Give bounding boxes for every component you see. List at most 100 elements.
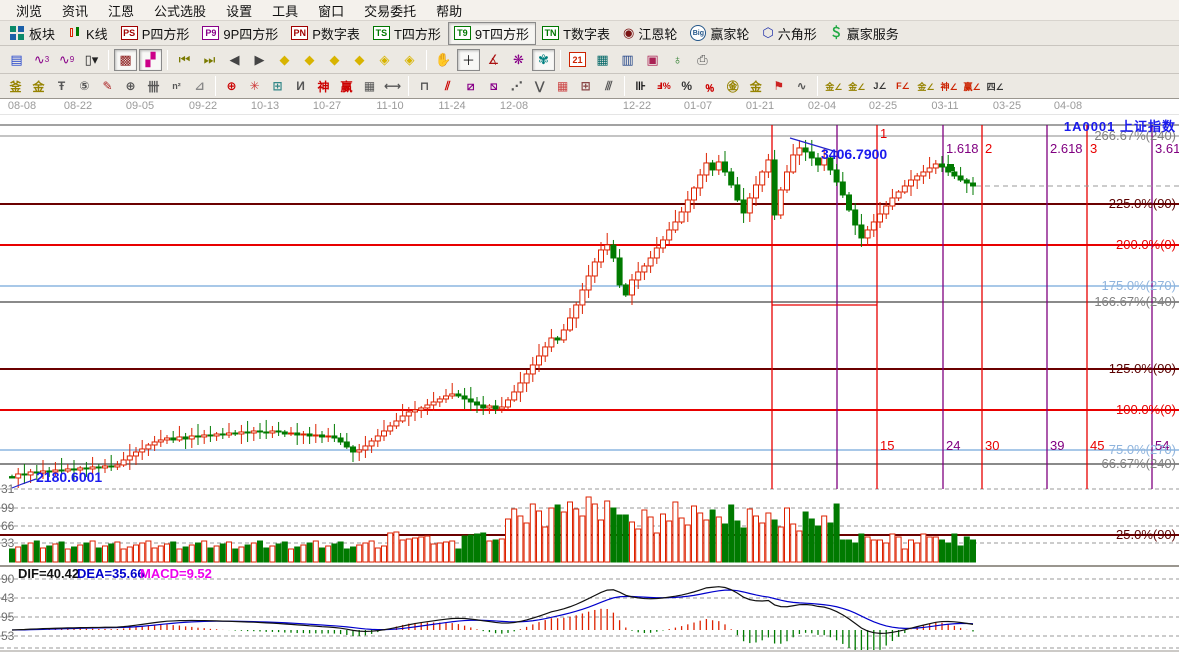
menu-item-1[interactable]: 资讯 <box>52 1 98 20</box>
gann-circle-tool[interactable]: ⊕ <box>120 76 141 96</box>
save-icon[interactable]: ▣ <box>641 49 664 71</box>
target-circle-tool[interactable]: ⊕ <box>221 76 242 96</box>
web-tool[interactable]: ✳ <box>244 76 265 96</box>
span-arrows-tool[interactable]: ⟷ <box>382 76 403 96</box>
shape-button-winner-service[interactable]: ＄赢家服务 <box>824 22 906 45</box>
shape-button-hexagon[interactable]: ⬡六角形 <box>756 22 823 45</box>
ruler123-tool[interactable]: ▦ <box>359 76 380 96</box>
crosshair-icon[interactable]: ＋ <box>457 49 480 71</box>
shape-button-p-square[interactable]: PSP四方形 <box>115 22 197 45</box>
percent-line-tool[interactable]: ﹪ <box>699 76 720 96</box>
menu-item-0[interactable]: 浏览 <box>6 1 52 20</box>
fan-lines-tool[interactable]: ⫽ <box>437 76 458 96</box>
frame-tool[interactable]: ⊓ <box>414 76 435 96</box>
gold-line-tool[interactable]: 金 <box>745 76 766 96</box>
chart-canvas[interactable]: 319966331151.618242302.618393453.6185426… <box>0 115 1179 652</box>
percent-tool[interactable]: % <box>676 76 697 96</box>
shape-button-9p-square[interactable]: P99P四方形 <box>196 22 285 45</box>
gold-circle-tool[interactable]: ㊎ <box>722 76 743 96</box>
gold-angle-a-tool[interactable]: 金∠ <box>823 76 844 96</box>
volume-bar <box>183 547 188 562</box>
report-icon[interactable]: ▤ <box>5 49 28 71</box>
grid-tool[interactable]: ▦ <box>552 76 573 96</box>
gold-angle-b-tool[interactable]: 金∠ <box>846 76 867 96</box>
shape-button-gann-wheel[interactable]: ◉江恩轮 <box>617 22 684 45</box>
volume-bar <box>313 541 318 562</box>
angle-measure-icon[interactable]: ∡ <box>482 49 505 71</box>
wave-tool[interactable]: ∿ <box>791 76 812 96</box>
grid-arrow-tool[interactable]: ⊞ <box>575 76 596 96</box>
fan-box-tool[interactable]: ⧄ <box>460 76 481 96</box>
web-box-tool[interactable]: ⊞ <box>267 76 288 96</box>
print-icon[interactable]: ⎙ <box>691 49 714 71</box>
last-bar-icon[interactable]: ⏭ <box>198 49 221 71</box>
shen-tool[interactable]: 神 <box>313 76 334 96</box>
calculator-icon[interactable]: ▦ <box>591 49 614 71</box>
zoom-in-h-icon[interactable]: ◆ <box>348 49 371 71</box>
menu-item-7[interactable]: 交易委托 <box>354 1 426 20</box>
gann-frame-icon[interactable]: ▩ <box>114 49 137 71</box>
pan-hand-icon[interactable]: ✋ <box>432 49 455 71</box>
wave9-icon[interactable]: ∿9 <box>55 49 78 71</box>
first-bar-icon[interactable]: ⏮ <box>173 49 196 71</box>
f-ruler-tool[interactable]: Ŧ <box>51 76 72 96</box>
ying-angle-tool[interactable]: 赢∠ <box>962 76 983 96</box>
shape-button-winner-wheel[interactable]: Big赢家轮 <box>684 22 756 45</box>
fit-screen-icon[interactable]: ◈ <box>398 49 421 71</box>
ying-tool[interactable]: 赢 <box>336 76 357 96</box>
menu-item-4[interactable]: 设置 <box>216 1 262 20</box>
shape-button-sector-blocks[interactable]: 板块 <box>4 22 62 45</box>
pen-flag-tool[interactable]: ⚑ <box>768 76 789 96</box>
neural-icon[interactable]: ✾ <box>532 49 555 71</box>
wave3-icon[interactable]: ∿3 <box>30 49 53 71</box>
t-percent-tool[interactable]: Ⅎ% <box>653 76 674 96</box>
shape-button-p-number-table[interactable]: PNP数字表 <box>285 22 367 45</box>
menu-item-3[interactable]: 公式选股 <box>144 1 216 20</box>
scroll-left-icon[interactable]: ◆ <box>273 49 296 71</box>
notepad-icon[interactable]: ▥ <box>616 49 639 71</box>
menu-item-5[interactable]: 工具 <box>262 1 308 20</box>
volume-bar <box>909 540 914 562</box>
gold-tool[interactable]: 金 <box>28 76 49 96</box>
prev-bar-icon[interactable]: ◀ <box>223 49 246 71</box>
zoom-all-icon[interactable]: ◈ <box>373 49 396 71</box>
comb-tool[interactable]: 卌 <box>143 76 164 96</box>
bars-stat-tool[interactable]: ⊪ <box>630 76 651 96</box>
shape-button-9t-square[interactable]: T99T四方形 <box>448 22 536 45</box>
candle-style-icon[interactable]: ▯▾ <box>80 49 103 71</box>
volume-bar <box>537 511 542 562</box>
export-icon[interactable]: ♁ <box>666 49 689 71</box>
f-angle-tool[interactable]: F∠ <box>892 76 913 96</box>
gold-pot-tool[interactable]: 釜 <box>5 76 26 96</box>
volume-bar <box>400 540 405 562</box>
volume-bar <box>177 549 182 562</box>
shape-button-t-square[interactable]: TST四方形 <box>367 22 448 45</box>
spiral-tool[interactable]: ⑤ <box>74 76 95 96</box>
v-lines-tool[interactable]: ⋁ <box>529 76 550 96</box>
volume-bar <box>351 547 356 562</box>
volume-bar <box>803 512 808 562</box>
si-angle-tool[interactable]: 四∠ <box>985 76 1006 96</box>
menu-item-2[interactable]: 江恩 <box>98 1 144 20</box>
shen-angle-tool[interactable]: 神∠ <box>938 76 959 96</box>
mirror-angle-tool[interactable]: ⊿ <box>189 76 210 96</box>
fractal-tree-icon[interactable]: ❋ <box>507 49 530 71</box>
shape-button-kline[interactable]: K线 <box>62 22 115 45</box>
scroll-right-icon[interactable]: ◆ <box>298 49 321 71</box>
candle <box>295 433 300 435</box>
menu-item-8[interactable]: 帮助 <box>426 1 472 20</box>
j-angle-tool[interactable]: J∠ <box>869 76 890 96</box>
calendar-icon[interactable]: 21 <box>566 49 589 71</box>
zoom-out-h-icon[interactable]: ◆ <box>323 49 346 71</box>
volume-profile-icon[interactable]: ▞ <box>139 49 162 71</box>
next-bar-icon[interactable]: ▶ <box>248 49 271 71</box>
pen-tool[interactable]: ✎ <box>97 76 118 96</box>
shape-button-t-number-table[interactable]: TNT数字表 <box>536 22 617 45</box>
n2-tool[interactable]: n² <box>166 76 187 96</box>
menu-item-6[interactable]: 窗口 <box>308 1 354 20</box>
parallel-lines-tool[interactable]: ⫻ <box>598 76 619 96</box>
trend-pencil-tool[interactable]: ⋰ <box>506 76 527 96</box>
zigzag-tool[interactable]: И <box>290 76 311 96</box>
fan-box2-tool[interactable]: ⧅ <box>483 76 504 96</box>
gold-angle-tool[interactable]: 金∠ <box>915 76 936 96</box>
